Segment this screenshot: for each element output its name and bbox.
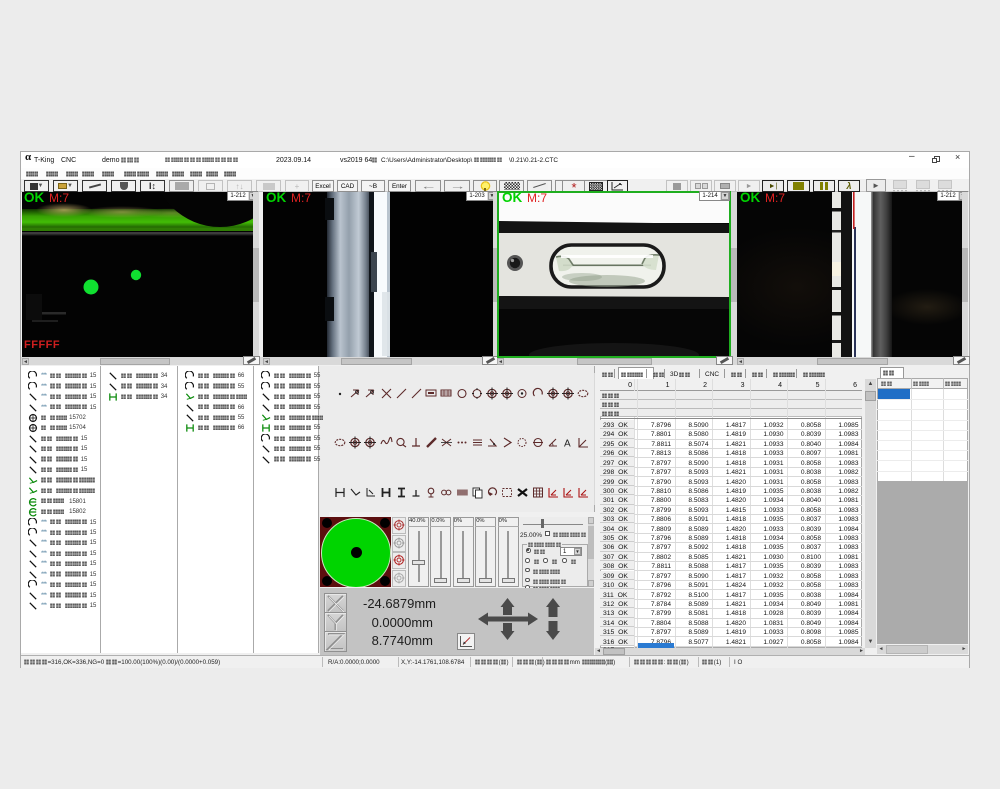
svg-text:A: A [564,439,571,450]
svg-text:FFFFF: FFFFF [24,339,60,351]
